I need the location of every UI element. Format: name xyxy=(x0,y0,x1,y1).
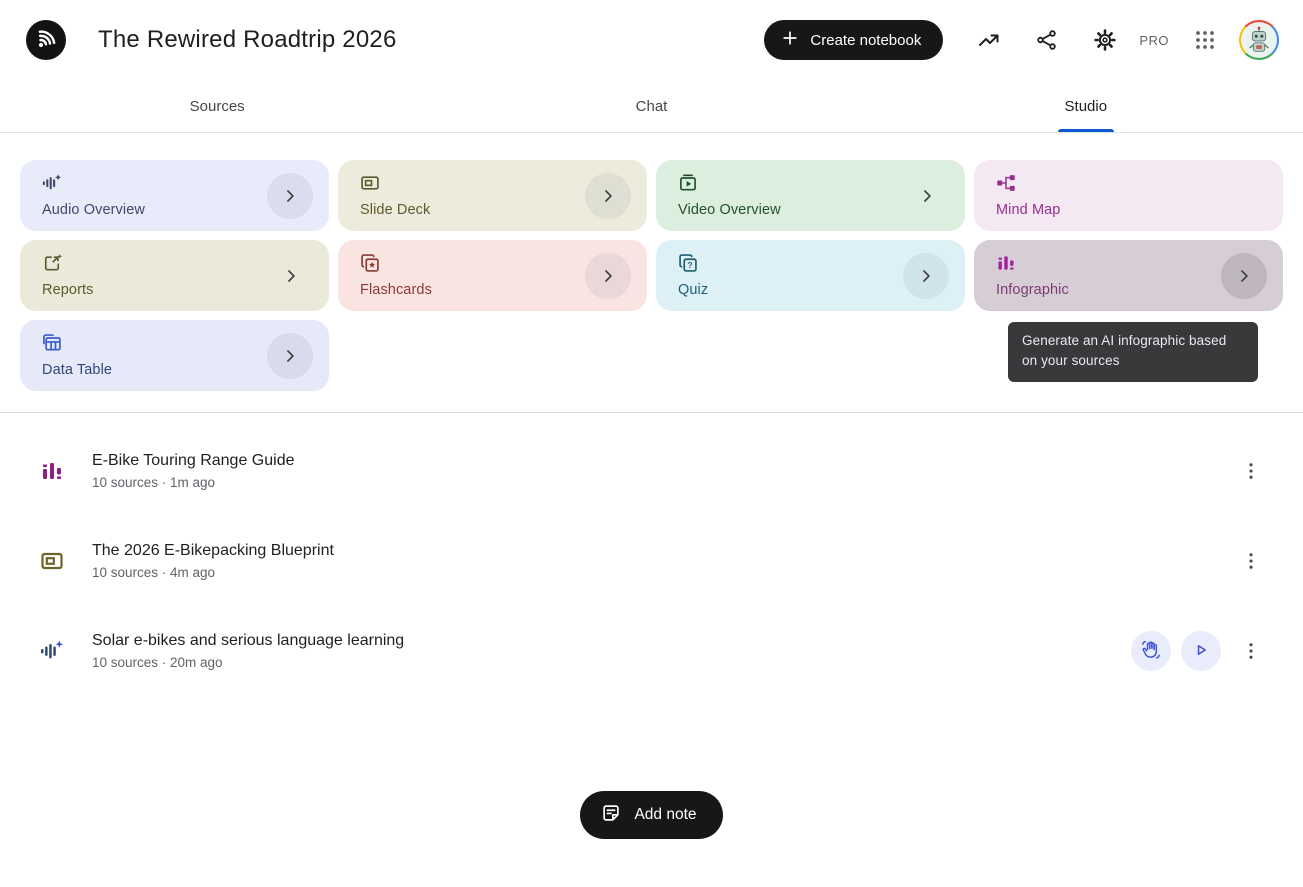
add-note-label: Add note xyxy=(634,806,696,824)
chevron-right-icon[interactable] xyxy=(585,253,631,299)
active-tab-underline xyxy=(1058,129,1114,132)
chevron-right-icon[interactable] xyxy=(915,184,939,208)
app-header: The Rewired Roadtrip 2026 Create noteboo… xyxy=(0,0,1303,80)
avatar[interactable] xyxy=(1239,20,1279,60)
mind-map-icon xyxy=(996,173,1263,193)
report-sparkle-icon xyxy=(42,253,309,273)
waveform-sparkle-icon xyxy=(40,639,64,663)
tab-sources[interactable]: Sources xyxy=(0,80,434,132)
artifact-meta: 10 sources · 4m ago xyxy=(92,565,334,580)
plus-icon xyxy=(780,28,800,52)
tool-card-label: Reports xyxy=(42,282,309,298)
more-options-button[interactable] xyxy=(1239,549,1263,573)
tool-card-quiz[interactable]: ? Quiz xyxy=(656,240,965,311)
artifact-meta: 10 sources · 20m ago xyxy=(92,655,404,670)
artifact-title: Solar e-bikes and serious language learn… xyxy=(92,632,404,650)
list-item-infographic[interactable]: E-Bike Touring Range Guide 10 sources · … xyxy=(0,426,1303,516)
tool-card-mind-map[interactable]: Mind Map xyxy=(974,160,1283,231)
notebooklm-logo[interactable] xyxy=(26,20,66,60)
apps-grid-icon[interactable] xyxy=(1193,28,1217,52)
trending-up-icon[interactable] xyxy=(977,28,1001,52)
settings-gear-icon[interactable] xyxy=(1093,28,1117,52)
infographic-tooltip: Generate an AI infographic based on your… xyxy=(1008,322,1258,382)
pro-badge: PRO xyxy=(1139,33,1169,48)
notebook-title[interactable]: The Rewired Roadtrip 2026 xyxy=(98,26,397,54)
artifact-list: E-Bike Touring Range Guide 10 sources · … xyxy=(0,426,1303,696)
infographic-bars-icon xyxy=(40,459,64,483)
play-icon xyxy=(1190,639,1212,664)
tool-card-flashcards[interactable]: Flashcards xyxy=(338,240,647,311)
chevron-right-icon[interactable] xyxy=(903,253,949,299)
play-audio-button[interactable] xyxy=(1181,631,1221,671)
slide-deck-icon xyxy=(40,549,64,573)
tool-card-infographic[interactable]: Infographic xyxy=(974,240,1283,311)
tool-card-audio-overview[interactable]: Audio Overview xyxy=(20,160,329,231)
add-note-button[interactable]: Add note xyxy=(580,791,722,839)
list-item-audio-overview[interactable]: Solar e-bikes and serious language learn… xyxy=(0,606,1303,696)
create-notebook-button[interactable]: Create notebook xyxy=(764,20,943,60)
panel-tabs: Sources Chat Studio xyxy=(0,80,1303,133)
tool-card-video-overview[interactable]: Video Overview xyxy=(656,160,965,231)
tool-card-reports[interactable]: Reports xyxy=(20,240,329,311)
tool-card-slide-deck[interactable]: Slide Deck xyxy=(338,160,647,231)
interactive-mode-button[interactable] xyxy=(1131,631,1171,671)
chevron-right-icon[interactable] xyxy=(267,333,313,379)
robot-avatar-image xyxy=(1241,22,1277,58)
tab-label: Studio xyxy=(1065,98,1108,115)
svg-text:?: ? xyxy=(688,260,693,270)
video-overview-icon xyxy=(678,173,945,193)
studio-list-divider xyxy=(0,412,1303,413)
artifact-meta: 10 sources · 1m ago xyxy=(92,475,295,490)
tab-label: Chat xyxy=(636,98,668,115)
tool-card-data-table[interactable]: Data Table xyxy=(20,320,329,391)
share-icon[interactable] xyxy=(1035,28,1059,52)
tab-studio[interactable]: Studio xyxy=(869,80,1303,132)
chevron-right-icon[interactable] xyxy=(585,173,631,219)
add-note-container: Add note xyxy=(0,791,1303,839)
tab-chat[interactable]: Chat xyxy=(434,80,868,132)
tool-card-label: Mind Map xyxy=(996,202,1263,218)
create-notebook-label: Create notebook xyxy=(810,32,921,49)
list-item-slide-deck[interactable]: The 2026 E-Bikepacking Blueprint 10 sour… xyxy=(0,516,1303,606)
chevron-right-icon[interactable] xyxy=(267,173,313,219)
artifact-title: E-Bike Touring Range Guide xyxy=(92,452,295,470)
chevron-right-icon[interactable] xyxy=(1221,253,1267,299)
artifact-title: The 2026 E-Bikepacking Blueprint xyxy=(92,542,334,560)
chevron-right-icon[interactable] xyxy=(279,264,303,288)
note-icon xyxy=(600,802,622,829)
interactive-mode-icon xyxy=(1140,639,1162,664)
more-options-button[interactable] xyxy=(1239,639,1263,663)
more-options-button[interactable] xyxy=(1239,459,1263,483)
tab-label: Sources xyxy=(190,98,245,115)
tool-card-label: Video Overview xyxy=(678,202,945,218)
